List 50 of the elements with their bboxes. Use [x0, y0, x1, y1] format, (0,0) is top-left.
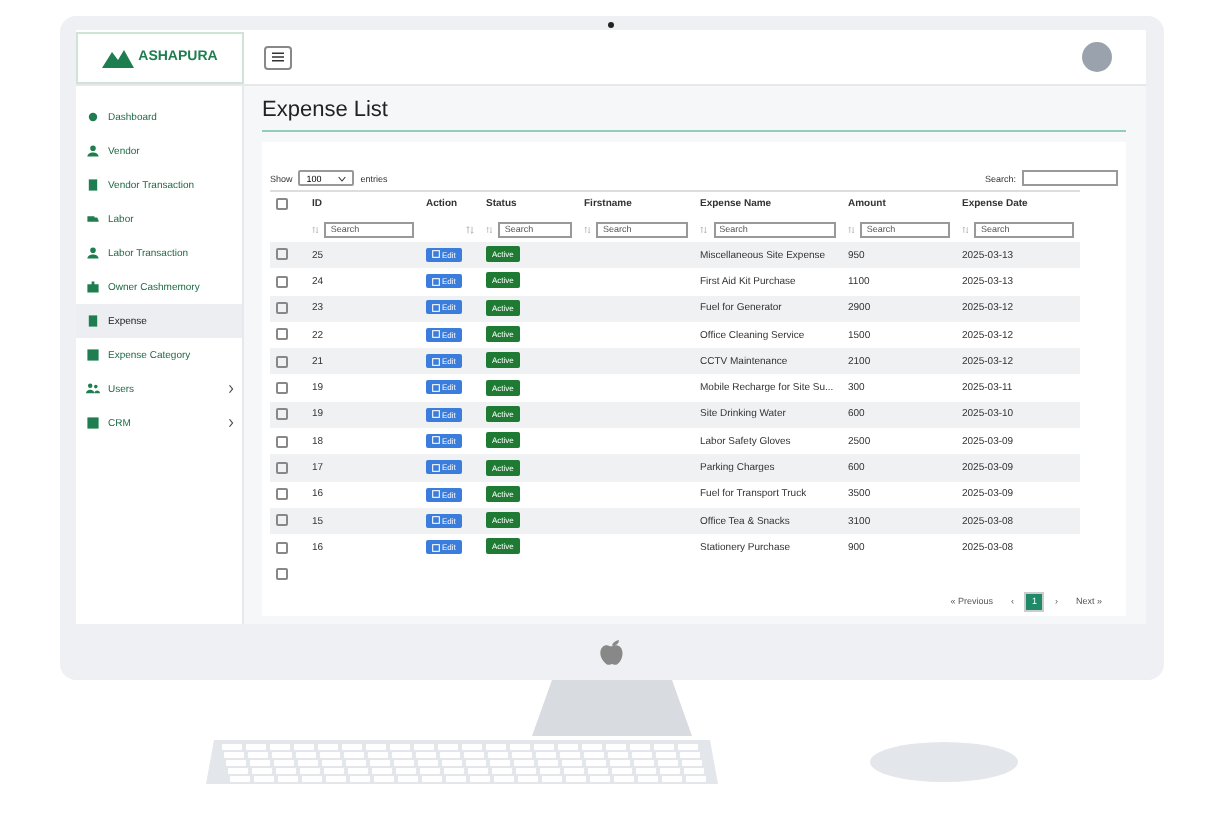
menu-icon	[272, 52, 284, 62]
users-icon	[86, 382, 100, 396]
mountain-logo-icon	[102, 47, 135, 67]
caret-icon	[338, 175, 347, 181]
edit-icon	[432, 250, 440, 259]
edit-icon	[432, 357, 440, 366]
edit-icon	[432, 330, 440, 339]
person-icon	[86, 144, 100, 158]
row-checkbox[interactable]	[276, 328, 288, 341]
select-all-checkbox[interactable]	[276, 197, 288, 210]
sort-icon[interactable]	[962, 225, 969, 233]
row-checkbox[interactable]	[276, 248, 288, 261]
logo-icon	[599, 638, 623, 666]
edit-icon	[432, 490, 440, 499]
dashboard-icon	[86, 110, 100, 124]
edit-icon	[432, 383, 440, 392]
sort-icon[interactable]	[466, 225, 474, 233]
row-checkbox[interactable]	[276, 541, 288, 554]
search-field[interactable]	[1022, 170, 1118, 186]
edit-icon	[432, 410, 440, 419]
person-icon	[86, 246, 100, 260]
avatar-icon[interactable]	[1082, 42, 1112, 72]
document-icon	[86, 314, 100, 328]
edit-icon	[432, 543, 440, 552]
row-checkbox[interactable]	[276, 381, 288, 394]
row-checkbox[interactable]	[276, 435, 288, 448]
camera-dot	[608, 22, 614, 28]
edit-icon	[432, 463, 440, 472]
sort-icon[interactable]	[486, 225, 493, 233]
row-checkbox[interactable]	[276, 275, 288, 288]
edit-icon	[432, 516, 440, 525]
sort-icon[interactable]	[312, 225, 319, 233]
row-checkbox[interactable]	[276, 568, 288, 581]
row-checkbox[interactable]	[276, 355, 288, 368]
sort-icon[interactable]	[700, 225, 708, 233]
edit-icon	[432, 303, 440, 312]
document-icon	[86, 178, 100, 192]
edit-icon	[432, 277, 440, 286]
row-checkbox[interactable]	[276, 514, 288, 527]
page-title: Expense List	[262, 98, 1126, 132]
row-checkbox[interactable]	[276, 488, 288, 501]
sort-icon[interactable]	[584, 225, 591, 233]
sort-icon[interactable]	[848, 225, 855, 233]
row-checkbox[interactable]	[276, 408, 288, 421]
row-checkbox[interactable]	[276, 302, 288, 315]
truck-icon	[86, 212, 100, 226]
briefcase-icon	[86, 280, 100, 294]
edit-icon	[432, 436, 440, 445]
row-checkbox[interactable]	[276, 461, 288, 474]
menu-button[interactable]	[264, 45, 292, 69]
